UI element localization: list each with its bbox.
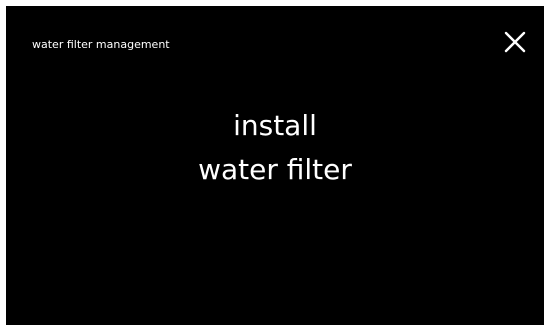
close-icon [504, 31, 526, 53]
close-button[interactable] [500, 27, 530, 57]
instruction-line-2: water filter [198, 153, 352, 186]
display-screen: water filter management install water fi… [6, 6, 544, 325]
screen-title: water filter management [32, 38, 170, 51]
instruction-line-1: install [233, 109, 317, 142]
